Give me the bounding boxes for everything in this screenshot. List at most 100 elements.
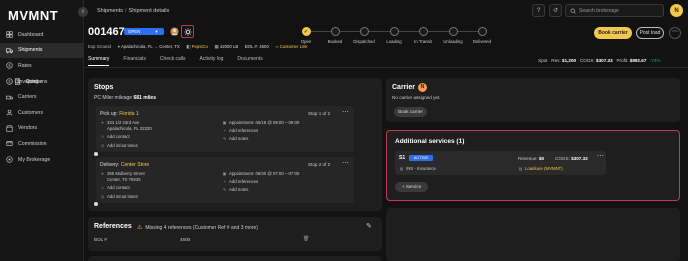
financial-summary: Spot Rev: $1,200 COGS: $307.33 Profit: $…	[538, 58, 660, 63]
cogs-value: $307.33	[571, 156, 588, 161]
svg-text:$: $	[8, 79, 11, 84]
weight: 42000 LB	[219, 44, 239, 49]
sidebar-item-commission[interactable]: Commission	[0, 136, 84, 152]
tab-documents[interactable]: Documents	[237, 56, 262, 66]
add-notes-button[interactable]: ✎ Add notes	[222, 136, 249, 141]
customer-link[interactable]: PepsiCo	[192, 44, 208, 49]
plus-icon: +	[223, 179, 226, 184]
commission-icon	[6, 140, 13, 147]
stop-location-link[interactable]: Center Store	[121, 162, 149, 168]
appointment[interactable]: ▣ Appointment: 06/18 @ 09:00 – 09:00	[222, 120, 300, 125]
owner-avatar-icon[interactable]	[168, 25, 181, 38]
trash-icon[interactable]: 🗑	[303, 236, 309, 242]
contact-icon: ☺	[100, 134, 105, 139]
step-label: Loading	[386, 39, 402, 44]
bol: BOL #: 4500	[244, 44, 269, 49]
destination: Center, TX	[159, 44, 180, 49]
post-load-button[interactable]: Post load	[636, 27, 664, 39]
sidebar-item-label: Rates	[18, 62, 32, 69]
sidebar-item-vendors[interactable]: Vendors	[0, 121, 84, 137]
step-label: Open	[300, 39, 312, 44]
route-arrow: →	[153, 44, 159, 49]
avatar[interactable]: N	[670, 4, 683, 17]
lower-right-panel	[386, 208, 680, 261]
sidebar-item-my-brokerage[interactable]: My Brokerage	[0, 152, 84, 168]
shipment-id: 001467	[88, 26, 125, 38]
sidebar-item-dashboard[interactable]: Dashboard	[0, 27, 84, 43]
service-name-label: INS - Insurance	[406, 166, 436, 171]
stop-location-link[interactable]: Florida 1	[119, 111, 138, 117]
step-label: Unloading	[443, 39, 463, 44]
history-icon[interactable]: ↺	[549, 4, 562, 17]
add-times-button[interactable]: ◷ Add in/out times	[100, 194, 138, 199]
sidebar-item-label: My Brokerage	[18, 156, 51, 163]
edit-pencil-icon[interactable]: ✎	[366, 222, 372, 230]
add-notes-button[interactable]: ✎ Add notes	[222, 187, 249, 192]
status-dropdown[interactable]: OPEN ▾	[124, 28, 164, 35]
tab-activity-log[interactable]: Activity log	[200, 56, 224, 66]
add-times-button[interactable]: ◷ Add in/out times	[100, 143, 138, 148]
search-icon	[570, 8, 576, 14]
add-notes-label: Add notes	[229, 136, 249, 141]
stop-more-button[interactable]: ⋯	[342, 108, 349, 116]
vendor-link[interactable]: Loadsure (MVMNT)	[525, 166, 563, 171]
sidebar: MVMNT Dashboard Shipments $ Rates Quotes…	[0, 0, 84, 261]
sidebar-item-rates[interactable]: $ Rates	[0, 58, 84, 74]
collapse-sidebar-button[interactable]: ‹	[78, 7, 88, 17]
sidebar-item-carriers[interactable]: Carriers	[0, 89, 84, 105]
settings-gear-icon[interactable]	[181, 25, 194, 38]
more-actions-button[interactable]: ⋯	[669, 27, 681, 39]
calendar-icon: ▣	[222, 120, 227, 125]
status-value: OPEN	[128, 29, 141, 34]
add-references-button[interactable]: + Add references	[222, 179, 258, 184]
brokerage-icon	[6, 156, 13, 163]
tab-financials[interactable]: Financials	[123, 56, 146, 66]
references-panel: References ⚠ Missing 4 references (Custom…	[88, 217, 382, 251]
address-line2: Apalachicola, FL 32320	[107, 126, 152, 131]
add-references-button[interactable]: + Add references	[222, 128, 258, 133]
sidebar-item-label: Carriers	[18, 94, 37, 101]
sidebar-item-invoicing[interactable]: $ Invoicing	[0, 74, 84, 90]
sidebar-item-shipments[interactable]: Shipments	[0, 42, 84, 59]
add-times-label: Add in/out times	[107, 194, 138, 199]
stop-type: Pick up:	[100, 111, 118, 117]
add-contact-button[interactable]: ☺ Add contact	[100, 134, 129, 139]
add-references-label: Add references	[229, 179, 259, 184]
step-in-transit: In Transit	[409, 27, 437, 44]
add-service-button[interactable]: + Service	[395, 182, 428, 192]
mileage-label: PC Miler mileage	[94, 95, 133, 101]
carrier-icon	[6, 94, 13, 101]
stop-title: Pick up: Florida 1	[100, 111, 139, 117]
vendor-icon: ▤	[518, 166, 523, 171]
stop-more-button[interactable]: ⋯	[342, 159, 349, 167]
mode: Exp Ground	[88, 44, 111, 49]
invoice-icon: $	[6, 78, 13, 85]
stop-type: Delivery:	[100, 162, 120, 168]
service-revenue: Revenue: $0	[518, 156, 544, 161]
sidebar-item-label: Commission	[18, 140, 47, 147]
stop-counter: Stop 2 of 2	[308, 162, 331, 167]
warning-icon: ⚠	[137, 225, 143, 231]
sidebar-nav: Dashboard Shipments $ Rates Quotes RateL…	[0, 27, 84, 167]
breadcrumb-shipments[interactable]: Shipments	[97, 8, 123, 14]
app-logo[interactable]: MVMNT	[8, 8, 58, 23]
tab-divider	[84, 67, 688, 68]
step-circle	[389, 27, 399, 36]
tab-check-calls[interactable]: Check calls	[160, 56, 186, 66]
service-more-button[interactable]: ⋯	[597, 152, 604, 160]
sidebar-item-customers[interactable]: Customers	[0, 105, 84, 121]
help-icon[interactable]: ?	[532, 4, 545, 17]
book-carrier-button[interactable]: Book carrier	[594, 27, 632, 39]
link-icon: ∞	[275, 44, 279, 49]
reference-label: BOL #	[94, 237, 107, 242]
appointment[interactable]: ▣ Appointment: 06/20 @ 07:00 – 07:00	[222, 171, 300, 176]
add-contact-button[interactable]: ☺ Add contact	[100, 185, 129, 190]
pencil-icon: ✎	[222, 136, 227, 141]
tabs: Summary Financials Check calls Activity …	[88, 56, 277, 66]
tab-summary[interactable]: Summary	[88, 56, 110, 66]
book-carrier-secondary-button[interactable]: Book carrier	[394, 107, 427, 117]
cogs-value: $307.33	[596, 58, 613, 63]
service-cogs: COGS: $307.33	[555, 156, 588, 161]
search-input[interactable]: Search brokerage	[565, 4, 664, 17]
document-icon: ▤	[399, 166, 404, 171]
